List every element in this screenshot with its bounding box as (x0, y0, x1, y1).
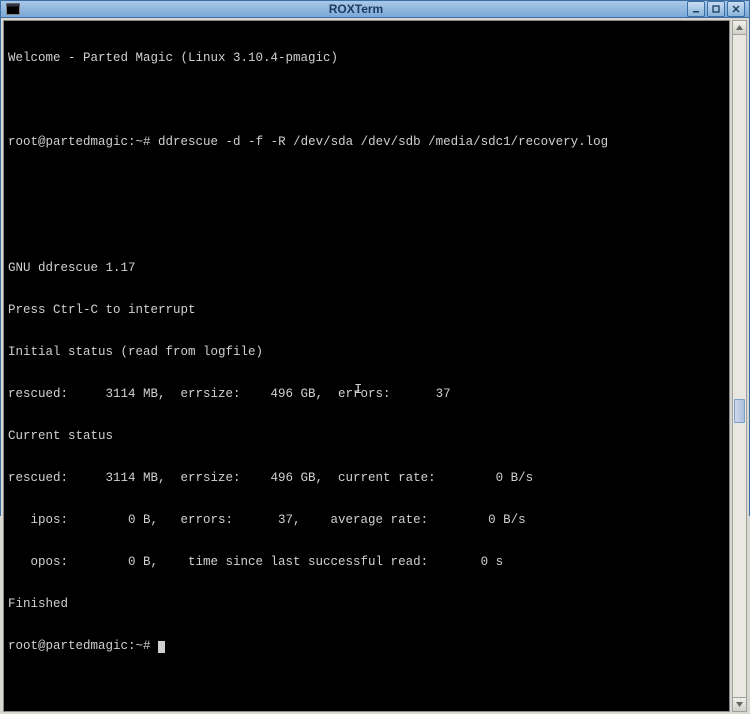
minimize-button[interactable] (687, 1, 705, 17)
content-area: Welcome - Parted Magic (Linux 3.10.4-pma… (1, 18, 749, 714)
titlebar[interactable]: ROXTerm (1, 1, 749, 18)
maximize-icon (712, 5, 720, 13)
output-line: Initial status (read from logfile) (8, 345, 725, 359)
output-line: opos: 0 B, time since last successful re… (8, 555, 725, 569)
window-controls (687, 1, 745, 17)
welcome-line: Welcome - Parted Magic (Linux 3.10.4-pma… (8, 51, 725, 65)
chevron-up-icon (736, 25, 743, 30)
terminal[interactable]: Welcome - Parted Magic (Linux 3.10.4-pma… (3, 20, 730, 712)
cursor-block (158, 641, 165, 653)
output-line: ipos: 0 B, errors: 37, average rate: 0 B… (8, 513, 725, 527)
vertical-scrollbar[interactable] (732, 20, 747, 712)
output-line: rescued: 3114 MB, errsize: 496 GB, error… (8, 387, 725, 401)
scroll-thumb[interactable] (734, 399, 745, 423)
scroll-up-button[interactable] (733, 21, 746, 35)
prompt: root@partedmagic:~# (8, 135, 151, 149)
maximize-button[interactable] (707, 1, 725, 17)
scroll-track[interactable] (733, 35, 746, 697)
command-line: root@partedmagic:~# ddrescue -d -f -R /d… (8, 135, 725, 149)
command-text: ddrescue -d -f -R /dev/sda /dev/sdb /med… (158, 135, 608, 149)
prompt: root@partedmagic:~# (8, 639, 151, 653)
close-icon (732, 5, 740, 13)
output-line: GNU ddrescue 1.17 (8, 261, 725, 275)
close-button[interactable] (727, 1, 745, 17)
minimize-icon (692, 5, 700, 13)
blank-line (8, 177, 725, 191)
blank-line (8, 219, 725, 233)
prompt-line: root@partedmagic:~# (8, 639, 725, 653)
window-title: ROXTerm (25, 2, 687, 16)
chevron-down-icon (736, 702, 743, 707)
output-line: rescued: 3114 MB, errsize: 496 GB, curre… (8, 471, 725, 485)
scroll-down-button[interactable] (733, 697, 746, 711)
output-line: Finished (8, 597, 725, 611)
blank-line (8, 93, 725, 107)
output-line: Current status (8, 429, 725, 443)
app-icon (5, 1, 21, 17)
output-line: Press Ctrl-C to interrupt (8, 303, 725, 317)
app-window: ROXTerm Welcome - Parted Magic (Linux 3.… (0, 0, 750, 516)
